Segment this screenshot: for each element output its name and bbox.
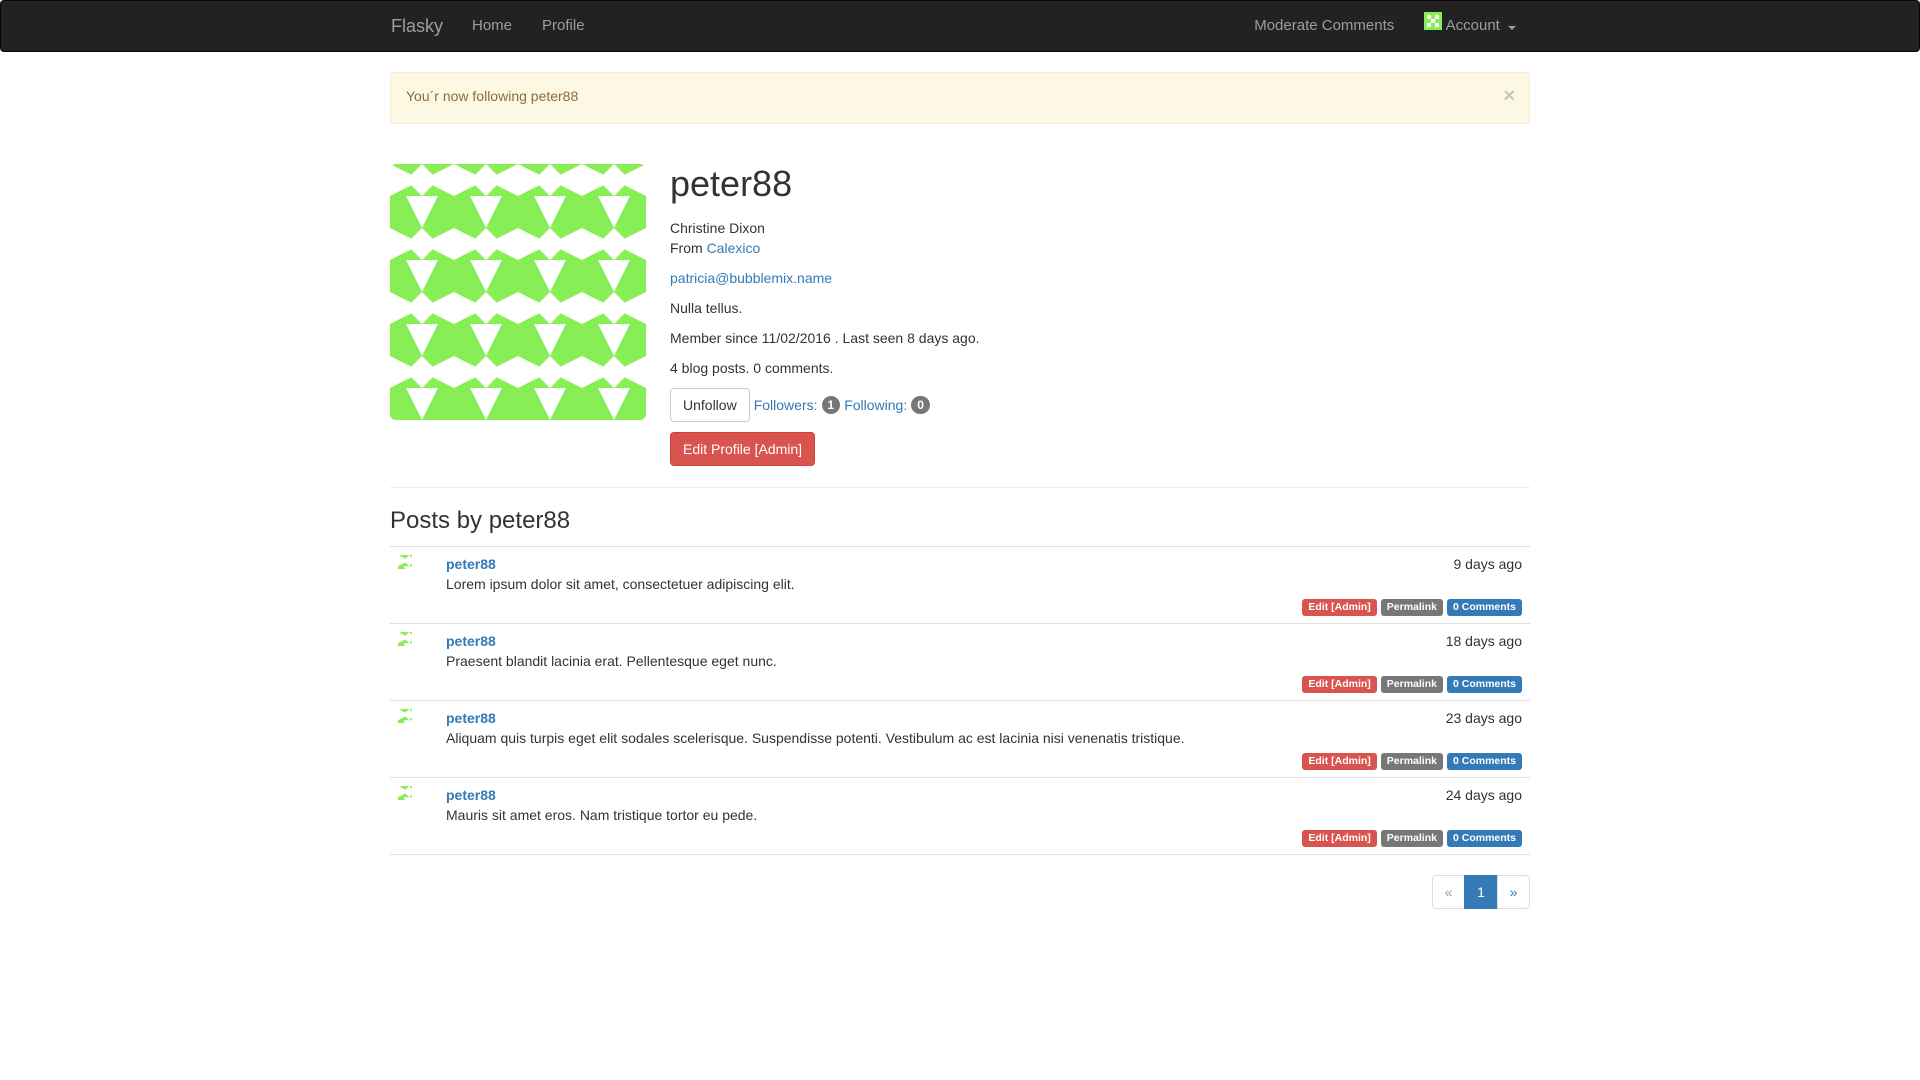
pagination-prev-button[interactable]: «: [1432, 875, 1465, 909]
post-edit-admin-button[interactable]: Edit [Admin]: [1302, 599, 1377, 616]
post-item: peter88 Mauris sit amet eros. Nam tristi…: [390, 778, 1530, 855]
profile-location: From Calexico: [670, 238, 1470, 258]
post-author-link[interactable]: peter88: [446, 556, 496, 572]
post-date: 24 days ago: [1445, 787, 1522, 803]
unfollow-button[interactable]: Unfollow: [670, 388, 750, 422]
email-link[interactable]: patricia@bubblemix.name: [670, 270, 832, 286]
brand-link[interactable]: Flasky: [391, 16, 443, 37]
post-avatar[interactable]: [398, 555, 438, 595]
post-footer: Edit [Admin] Permalink 0 Comments: [1302, 676, 1522, 693]
pagination-next-button[interactable]: »: [1497, 875, 1530, 909]
post-avatar[interactable]: [398, 632, 438, 672]
post-date: 23 days ago: [1445, 710, 1522, 726]
post-footer: Edit [Admin] Permalink 0 Comments: [1302, 599, 1522, 616]
post-item: peter88 Aliquam quis turpis eget elit so…: [390, 701, 1530, 778]
post-comments-button[interactable]: 0 Comments: [1446, 599, 1522, 616]
post-comments-button[interactable]: 0 Comments: [1446, 753, 1522, 770]
edit-profile-admin-button[interactable]: Edit Profile [Admin]: [670, 432, 816, 466]
profile-header: peter88 Christine Dixon From Calexico pa…: [390, 164, 1530, 488]
post-body: Mauris sit amet eros. Nam tristique tort…: [446, 807, 758, 823]
profile-avatar: [390, 164, 646, 420]
location-prefix: From: [670, 240, 707, 256]
post-permalink-button[interactable]: Permalink: [1380, 830, 1443, 847]
follow-row: Unfollow Followers: 1 Following: 0: [670, 388, 1470, 422]
alert-message: You´r now following peter88: [406, 88, 579, 104]
following-label: Following:: [844, 397, 908, 413]
post-comments-button[interactable]: 0 Comments: [1446, 676, 1522, 693]
account-label: Account: [1445, 17, 1500, 34]
post-permalink-button[interactable]: Permalink: [1380, 753, 1443, 770]
following-count-badge: 0: [911, 396, 930, 414]
following-link[interactable]: Following: 0: [844, 396, 930, 414]
nav-moderate-comments-link[interactable]: Moderate Comments: [1239, 1, 1409, 51]
profile-username: peter88: [670, 163, 793, 204]
post-list: peter88 Lorem ipsum dolor sit amet, cons…: [390, 546, 1530, 855]
profile-name: Christine Dixon: [670, 220, 765, 236]
post-edit-admin-button[interactable]: Edit [Admin]: [1302, 830, 1377, 847]
post-body: Lorem ipsum dolor sit amet, consectetuer…: [446, 576, 795, 592]
post-comments-button[interactable]: 0 Comments: [1446, 830, 1522, 847]
post-avatar[interactable]: [398, 786, 438, 826]
post-body: Aliquam quis turpis eget elit sodales sc…: [446, 730, 1185, 746]
account-avatar: [1424, 12, 1443, 30]
nav-right: Moderate Comments Account: [1239, 1, 1531, 51]
main-container: You´r now following peter88 × peter88 Ch…: [390, 72, 1530, 909]
followers-link[interactable]: Followers: 1: [753, 396, 841, 414]
flash-alert: You´r now following peter88 ×: [390, 72, 1530, 124]
pagination-page-1[interactable]: 1: [1464, 875, 1498, 909]
followers-count-badge: 1: [821, 396, 841, 414]
close-icon[interactable]: ×: [1503, 86, 1515, 106]
post-author-link[interactable]: peter88: [446, 787, 496, 803]
pagination: « 1 »: [1432, 875, 1530, 909]
nav-left: Home Profile: [457, 1, 600, 51]
post-permalink-button[interactable]: Permalink: [1380, 599, 1443, 616]
post-footer: Edit [Admin] Permalink 0 Comments: [1302, 830, 1522, 847]
post-edit-admin-button[interactable]: Edit [Admin]: [1302, 753, 1377, 770]
profile-stats: 4 blog posts. 0 comments.: [670, 360, 834, 376]
profile-email: patricia@bubblemix.name: [670, 268, 1470, 288]
account-dropdown[interactable]: Account: [1409, 1, 1531, 51]
post-avatar[interactable]: [398, 709, 438, 749]
profile-member-since: Member since 11/02/2016 . Last seen 8 da…: [670, 330, 980, 346]
nav-profile-link[interactable]: Profile: [527, 1, 600, 51]
post-permalink-button[interactable]: Permalink: [1380, 676, 1443, 693]
post-author-link[interactable]: peter88: [446, 633, 496, 649]
nav-home-link[interactable]: Home: [457, 1, 527, 51]
post-edit-admin-button[interactable]: Edit [Admin]: [1302, 676, 1377, 693]
post-body: Praesent blandit lacinia erat. Pellentes…: [446, 653, 777, 669]
followers-label: Followers:: [753, 397, 818, 413]
location-link[interactable]: Calexico: [707, 240, 761, 256]
post-author-link[interactable]: peter88: [446, 710, 496, 726]
post-date: 9 days ago: [1453, 556, 1523, 572]
post-item: peter88 Lorem ipsum dolor sit amet, cons…: [390, 547, 1530, 624]
profile-about: Nulla tellus.: [670, 300, 743, 316]
posts-heading: Posts by peter88: [390, 507, 571, 534]
caret-down-icon: [1508, 26, 1516, 30]
navbar-container: Flasky Home Profile Moderate Comments Ac…: [391, 1, 1531, 51]
post-footer: Edit [Admin] Permalink 0 Comments: [1302, 753, 1522, 770]
pagination-wrapper: « 1 »: [390, 875, 1530, 909]
post-date: 18 days ago: [1445, 633, 1522, 649]
post-item: peter88 Praesent blandit lacinia erat. P…: [390, 624, 1530, 701]
profile-info: peter88 Christine Dixon From Calexico pa…: [670, 164, 1470, 466]
navbar: Flasky Home Profile Moderate Comments Ac…: [0, 0, 1920, 52]
